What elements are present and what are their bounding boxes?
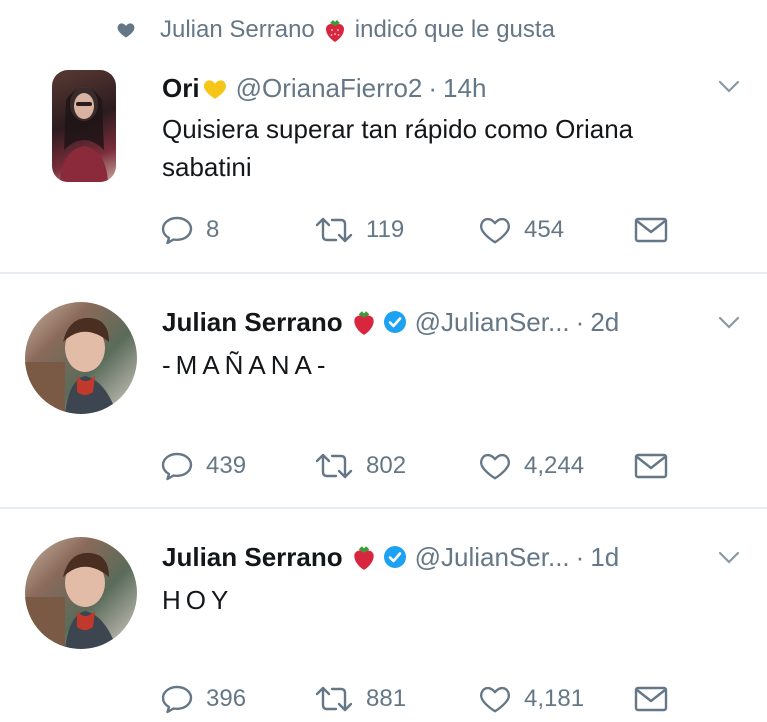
retweet-count: 881: [366, 685, 407, 712]
like-count: 4,244: [524, 452, 585, 479]
like-button[interactable]: 4,244: [478, 446, 584, 486]
user-name[interactable]: Julian Serrano: [162, 307, 343, 338]
tweet-text-line: HOY: [162, 585, 234, 615]
separator: ·: [575, 306, 585, 337]
chevron-down-icon[interactable]: [718, 316, 740, 330]
reply-count: 8: [206, 216, 220, 243]
retweet-count: 119: [366, 216, 405, 243]
direct-message-icon[interactable]: [634, 685, 668, 713]
like-count: 4,181: [524, 685, 585, 712]
tweet-1[interactable]: Ori @OrianaFierro2 · 14h Quisiera supera…: [0, 0, 767, 272]
avatar[interactable]: [52, 70, 116, 182]
retweet-button[interactable]: 802: [314, 446, 406, 486]
tweet-2[interactable]: Julian Serrano @JulianSer... · 2d -MAÑAN…: [0, 274, 767, 507]
retweet-count: 802: [366, 452, 407, 479]
retweet-icon: [315, 453, 353, 479]
separator: ·: [428, 72, 438, 103]
heart-icon: [480, 686, 510, 713]
reply-button[interactable]: 8: [160, 210, 219, 250]
user-handle[interactable]: @JulianSer...: [415, 307, 570, 338]
retweet-icon: [315, 217, 353, 243]
strawberry-emoji-icon: [353, 546, 374, 570]
action-bar: 396 881 4,181: [160, 679, 720, 719]
yellow-heart-icon: [203, 80, 226, 99]
direct-message-icon[interactable]: [634, 452, 668, 480]
tweet-text: -MAÑANA-: [162, 346, 331, 384]
avatar[interactable]: [25, 537, 137, 649]
reply-count: 396: [206, 685, 247, 712]
user-handle[interactable]: @OrianaFierro2: [236, 73, 423, 104]
tweet-text: HOY: [162, 581, 233, 619]
chevron-down-icon[interactable]: [718, 551, 740, 565]
tweet-3[interactable]: Julian Serrano @JulianSer... · 1d HOY 39…: [0, 509, 767, 722]
timestamp[interactable]: 14h: [443, 73, 486, 104]
reply-count: 439: [206, 452, 247, 479]
verified-badge-icon: [383, 546, 406, 568]
timestamp[interactable]: 2d: [590, 307, 619, 338]
like-button[interactable]: 454: [478, 210, 564, 250]
retweet-button[interactable]: 119: [314, 210, 404, 250]
tweet-header: Julian Serrano @JulianSer... · 2d: [162, 302, 619, 342]
tweet-text-line: Quisiera superar tan rápido como Oriana: [162, 114, 634, 144]
reply-button[interactable]: 439: [160, 446, 246, 486]
tweet-text-line: sabatini: [162, 152, 252, 182]
separator: ·: [575, 541, 585, 572]
action-bar: 439 802 4,244: [160, 446, 720, 486]
heart-icon: [480, 217, 510, 244]
tweet-header: Julian Serrano @JulianSer... · 1d: [162, 537, 619, 577]
verified-badge-icon: [383, 311, 406, 333]
tweet-header: Ori @OrianaFierro2 · 14h: [162, 70, 486, 106]
user-name[interactable]: Ori: [162, 73, 200, 104]
like-count: 454: [524, 216, 565, 243]
heart-icon: [480, 453, 510, 480]
reply-icon: [161, 685, 193, 714]
retweet-icon: [315, 686, 353, 712]
like-button[interactable]: 4,181: [478, 679, 584, 719]
tweet-text: Quisiera superar tan rápido como Oriana …: [162, 110, 633, 186]
user-name[interactable]: Julian Serrano: [162, 542, 343, 573]
action-bar: 8 119 454: [160, 210, 720, 250]
reply-icon: [161, 452, 193, 481]
direct-message-icon[interactable]: [634, 216, 668, 244]
avatar[interactable]: [25, 302, 137, 414]
user-handle[interactable]: @JulianSer...: [415, 542, 570, 573]
chevron-down-icon[interactable]: [718, 80, 740, 94]
tweet-text-line: -MAÑANA-: [162, 350, 331, 380]
timestamp[interactable]: 1d: [590, 542, 619, 573]
reply-button[interactable]: 396: [160, 679, 246, 719]
retweet-button[interactable]: 881: [314, 679, 406, 719]
strawberry-emoji-icon: [353, 311, 374, 335]
reply-icon: [161, 216, 193, 245]
